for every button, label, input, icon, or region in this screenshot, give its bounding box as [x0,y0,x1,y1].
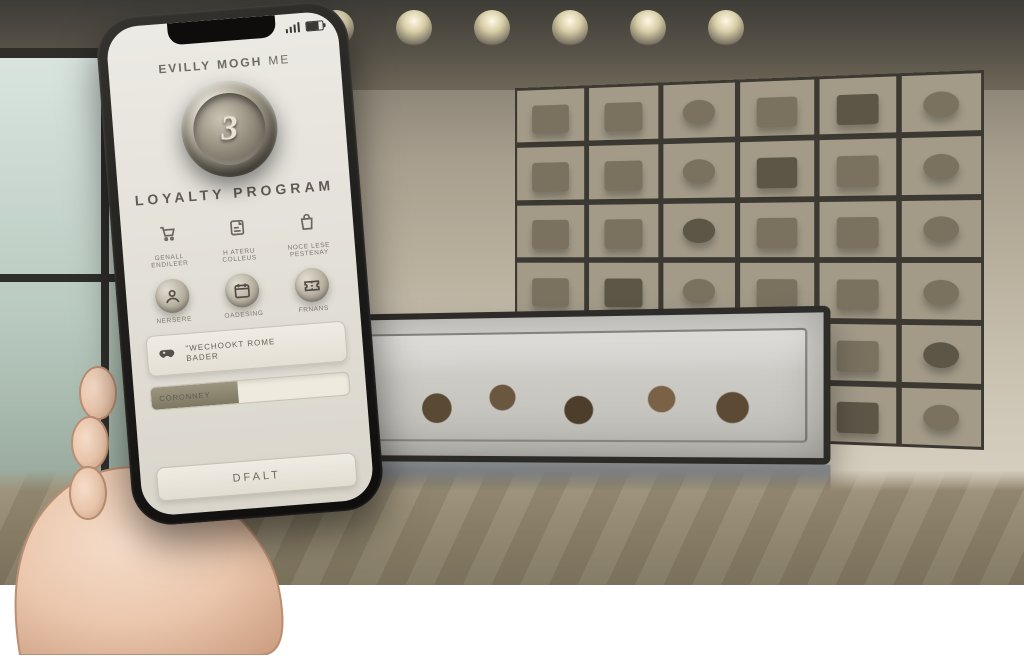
brand-word: MOGH [217,54,263,72]
feature-tile[interactable]: H ATERU COLLEUS [206,208,270,265]
tile-label: GENALL ENDILEER [139,252,200,272]
controller-icon [157,343,177,367]
primary-button-label: DFALT [232,469,281,485]
track-lights [240,18,964,28]
feature-tile[interactable]: FRNANS [281,266,344,316]
loyalty-tier-medal[interactable]: 3 [178,77,281,180]
feature-row-2: NERSERE OADESING FRNANS [141,266,344,327]
bag-icon [289,204,326,241]
tile-label: FRNANS [298,305,329,315]
cart-icon [149,215,186,252]
battery-icon [305,20,324,31]
brand-word: EVILLY [158,58,212,76]
note-icon [219,209,256,246]
smartphone: EVILLY MOGH ME 3 LOYALTY PROGRAM [94,0,385,528]
ticket-icon [294,267,331,304]
banner-text: "WECHOOKT ROMEBADER [185,337,276,363]
brand-word: ME [268,52,291,68]
calendar-icon [224,272,261,309]
tile-label: NERSERE [156,315,192,325]
feature-tile[interactable]: NERSERE [141,277,204,327]
phone-screen[interactable]: EVILLY MOGH ME 3 LOYALTY PROGRAM [105,10,375,517]
person-icon [154,278,191,315]
tile-label: NOCE LESE PESTENAY [279,241,340,261]
tile-label: H ATERU COLLEUS [209,246,270,266]
phone-frame: EVILLY MOGH ME 3 LOYALTY PROGRAM [94,0,385,528]
brand-name: EVILLY MOGH ME [124,49,324,79]
progress-bar[interactable]: CORONNEY [149,372,350,412]
feature-row-1: GENALL ENDILEER H ATERU COLLEUS NOCE LES… [136,203,340,271]
tile-label: OADESING [224,310,264,321]
feature-tile[interactable]: GENALL ENDILEER [136,214,200,271]
tier-number: 3 [219,109,239,148]
feature-tile[interactable]: NOCE LESE PESTENAY [276,203,340,260]
promo-banner[interactable]: "WECHOOKT ROMEBADER [145,321,348,378]
feature-tile[interactable]: OADESING [211,271,274,321]
loyalty-app: EVILLY MOGH ME 3 LOYALTY PROGRAM [107,40,374,517]
signal-icon [285,22,300,33]
primary-button[interactable]: DFALT [156,452,358,502]
